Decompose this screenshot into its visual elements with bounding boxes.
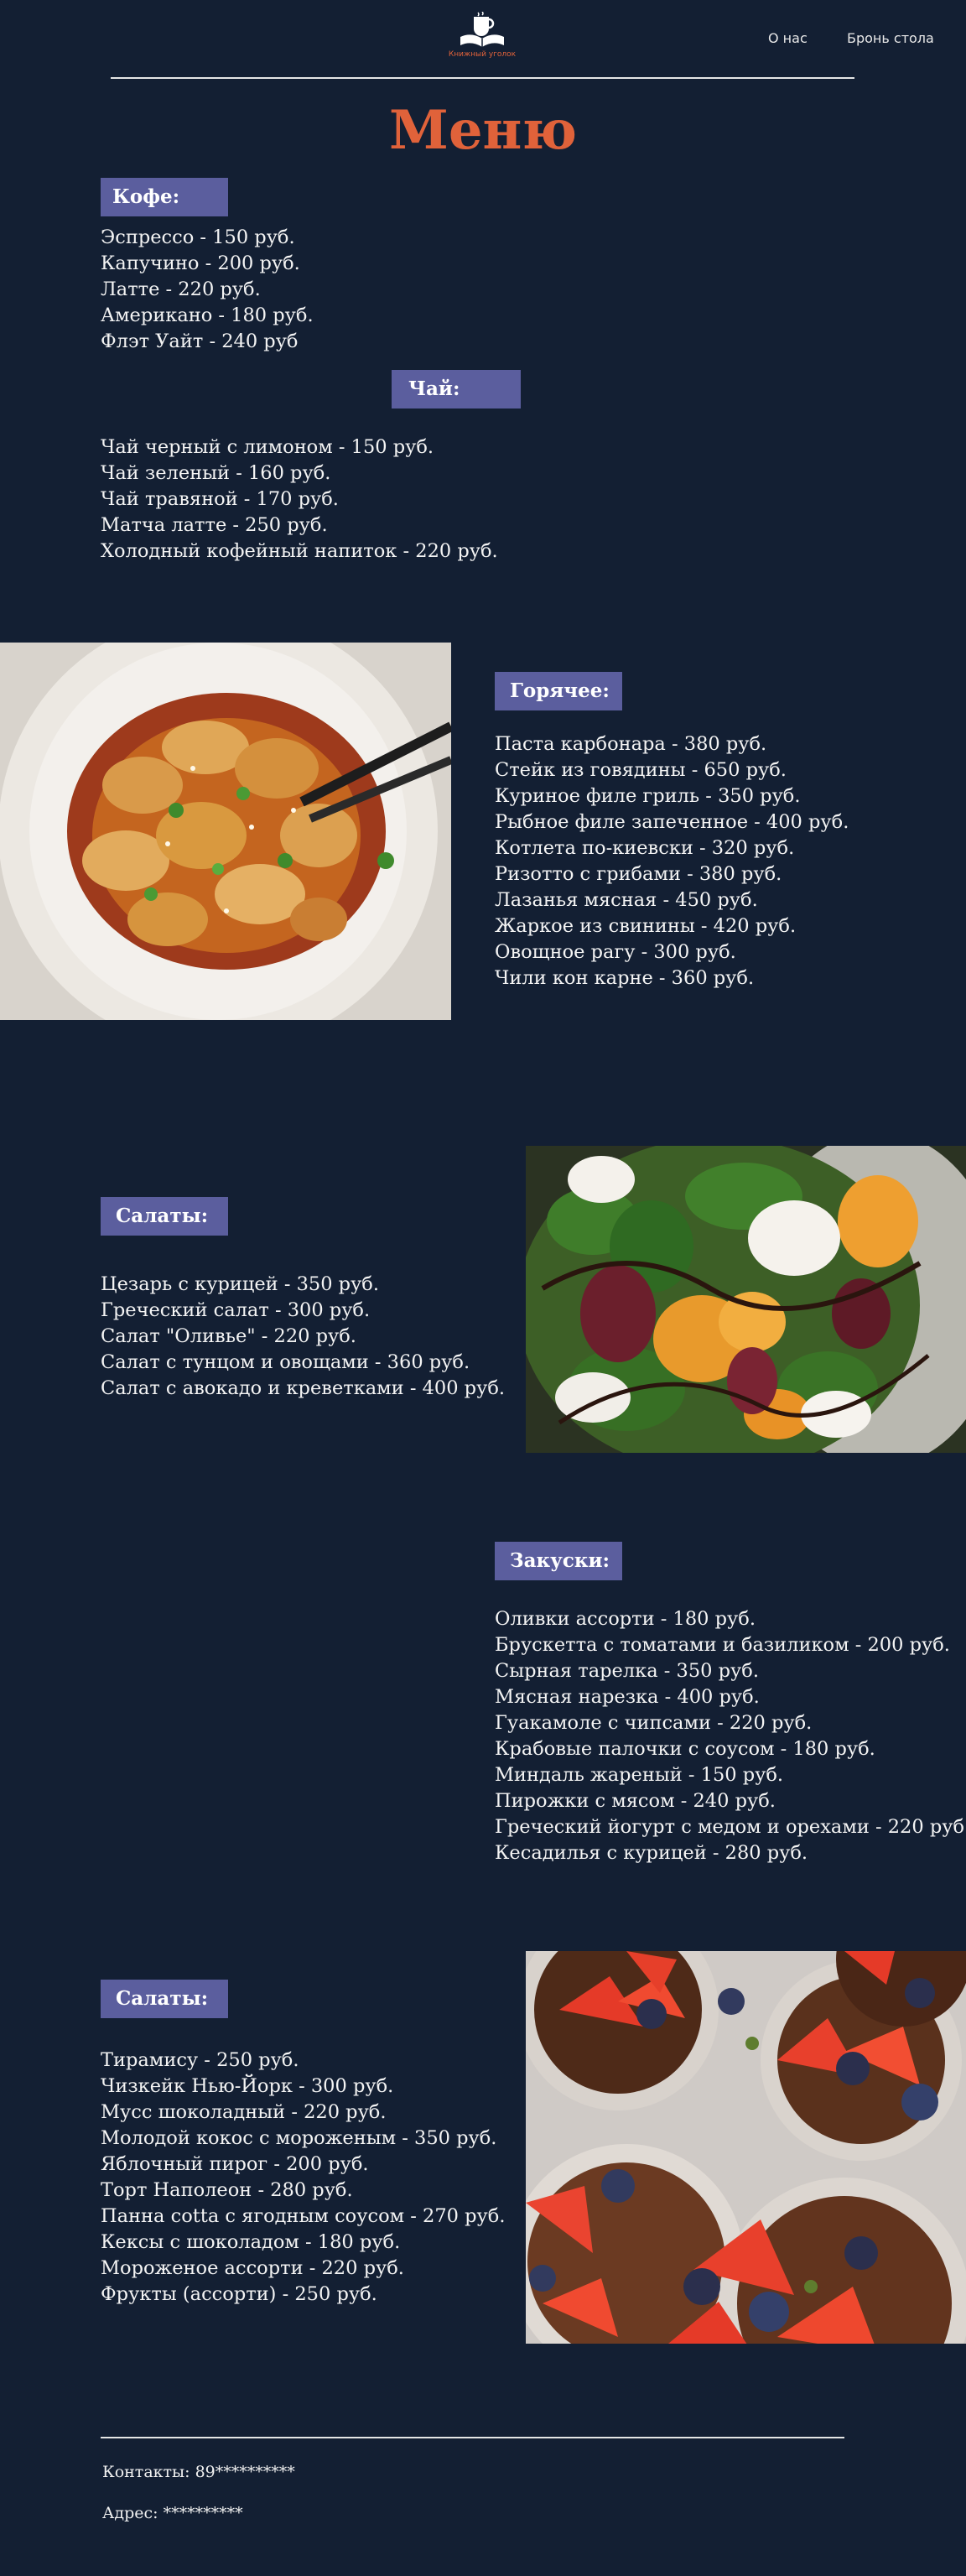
list-item: Латте - 220 руб.	[101, 278, 261, 300]
list-item: Греческий йогурт с медом и орехами - 220…	[495, 1816, 966, 1838]
tea-list: Чай черный с лимоном - 150 руб. Чай зеле…	[101, 435, 498, 565]
list-item: Рыбное филе запеченное - 400 руб.	[495, 811, 849, 833]
list-item: Матча латте - 250 руб.	[101, 514, 328, 536]
salad-photo	[526, 1146, 966, 1453]
nav-link-booking[interactable]: Бронь стола	[847, 30, 934, 46]
book-coffee-icon	[460, 12, 504, 47]
footer-divider	[101, 2437, 844, 2438]
list-item: Панна cotta с ягодным соусом - 270 руб.	[101, 2205, 506, 2227]
list-item: Чай черный с лимоном - 150 руб.	[101, 436, 434, 458]
logo-caption: Книжный уголок	[448, 50, 517, 59]
logo[interactable]: Книжный уголок	[436, 12, 528, 70]
desserts-list: Тирамису - 250 руб. Чизкейк Нью-Йорк - 3…	[101, 2048, 505, 2308]
header-divider	[111, 77, 854, 79]
nav-link-about[interactable]: О нас	[768, 30, 808, 46]
section-title-tea: Чай:	[392, 370, 521, 409]
list-item: Торт Наполеон - 280 руб.	[101, 2179, 353, 2201]
list-item: Стейк из говядины - 650 руб.	[495, 759, 787, 781]
list-item: Ризотто с грибами - 380 руб.	[495, 863, 782, 885]
page-title: Меню	[388, 99, 578, 162]
desserts-photo	[526, 1951, 966, 2344]
list-item: Пирожки с мясом - 240 руб.	[495, 1790, 776, 1812]
list-item: Фрукты (ассорти) - 250 руб.	[101, 2283, 377, 2305]
list-item: Кесадилья с курицей - 280 руб.	[495, 1842, 808, 1864]
section-title-salads: Салаты:	[101, 1197, 228, 1236]
hot-list: Паста карбонара - 380 руб. Стейк из говя…	[495, 731, 849, 991]
list-item: Мусс шоколадный - 220 руб.	[101, 2101, 387, 2123]
section-title-coffee: Кофе:	[101, 178, 228, 216]
list-item: Чили кон карне - 360 руб.	[495, 967, 755, 989]
list-item: Сырная тарелка - 350 руб.	[495, 1660, 759, 1682]
list-item: Греческий салат - 300 руб.	[101, 1299, 371, 1321]
snacks-list: Оливки ассорти - 180 руб. Брускетта с то…	[495, 1606, 966, 1866]
list-item: Флэт Уайт - 240 руб	[101, 330, 299, 352]
list-item: Котлета по-киевски - 320 руб.	[495, 837, 795, 859]
list-item: Салат "Оливье" - 220 руб.	[101, 1325, 356, 1347]
list-item: Эспрессо - 150 руб.	[101, 226, 295, 248]
list-item: Яблочный пирог - 200 руб.	[101, 2153, 369, 2175]
dumplings-photo	[0, 643, 451, 1020]
list-item: Американо - 180 руб.	[101, 304, 314, 326]
footer-address: Адрес: **********	[102, 2504, 243, 2522]
section-title-desserts: Салаты:	[101, 1980, 228, 2018]
list-item: Паста карбонара - 380 руб.	[495, 733, 767, 755]
list-item: Овощное рагу - 300 руб.	[495, 941, 736, 963]
list-item: Брускетта с томатами и базиликом - 200 р…	[495, 1634, 950, 1656]
list-item: Жаркое из свинины - 420 руб.	[495, 915, 797, 937]
list-item: Чай зеленый - 160 руб.	[101, 462, 331, 484]
list-item: Куриное филе гриль - 350 руб.	[495, 785, 801, 807]
coffee-list: Эспрессо - 150 руб. Капучино - 200 руб. …	[101, 225, 314, 355]
list-item: Цезарь с курицей - 350 руб.	[101, 1273, 380, 1295]
list-item: Холодный кофейный напиток - 220 руб.	[101, 540, 498, 562]
list-item: Лазанья мясная - 450 руб.	[495, 889, 758, 911]
list-item: Салат с тунцом и овощами - 360 руб.	[101, 1351, 470, 1373]
list-item: Оливки ассорти - 180 руб.	[495, 1608, 756, 1630]
list-item: Чай травяной - 170 руб.	[101, 488, 339, 510]
list-item: Крабовые палочки с соусом - 180 руб.	[495, 1738, 875, 1760]
footer-contacts: Контакты: 89**********	[102, 2463, 295, 2481]
list-item: Кексы с шоколадом - 180 руб.	[101, 2231, 401, 2253]
list-item: Мороженое ассорти - 220 руб.	[101, 2257, 404, 2279]
salads-list: Цезарь с курицей - 350 руб. Греческий са…	[101, 1272, 505, 1402]
list-item: Чизкейк Нью-Йорк - 300 руб.	[101, 2075, 394, 2097]
list-item: Салат с авокадо и креветками - 400 руб.	[101, 1377, 506, 1399]
list-item: Миндаль жареный - 150 руб.	[495, 1764, 784, 1786]
list-item: Тирамису - 250 руб.	[101, 2049, 299, 2071]
list-item: Мясная нарезка - 400 руб.	[495, 1686, 760, 1708]
list-item: Капучино - 200 руб.	[101, 252, 300, 274]
list-item: Гуакамоле с чипсами - 220 руб.	[495, 1712, 813, 1734]
section-title-hot: Горячее:	[495, 672, 622, 710]
list-item: Молодой кокос с мороженым - 350 руб.	[101, 2127, 497, 2149]
section-title-snacks: Закуски:	[495, 1542, 622, 1580]
